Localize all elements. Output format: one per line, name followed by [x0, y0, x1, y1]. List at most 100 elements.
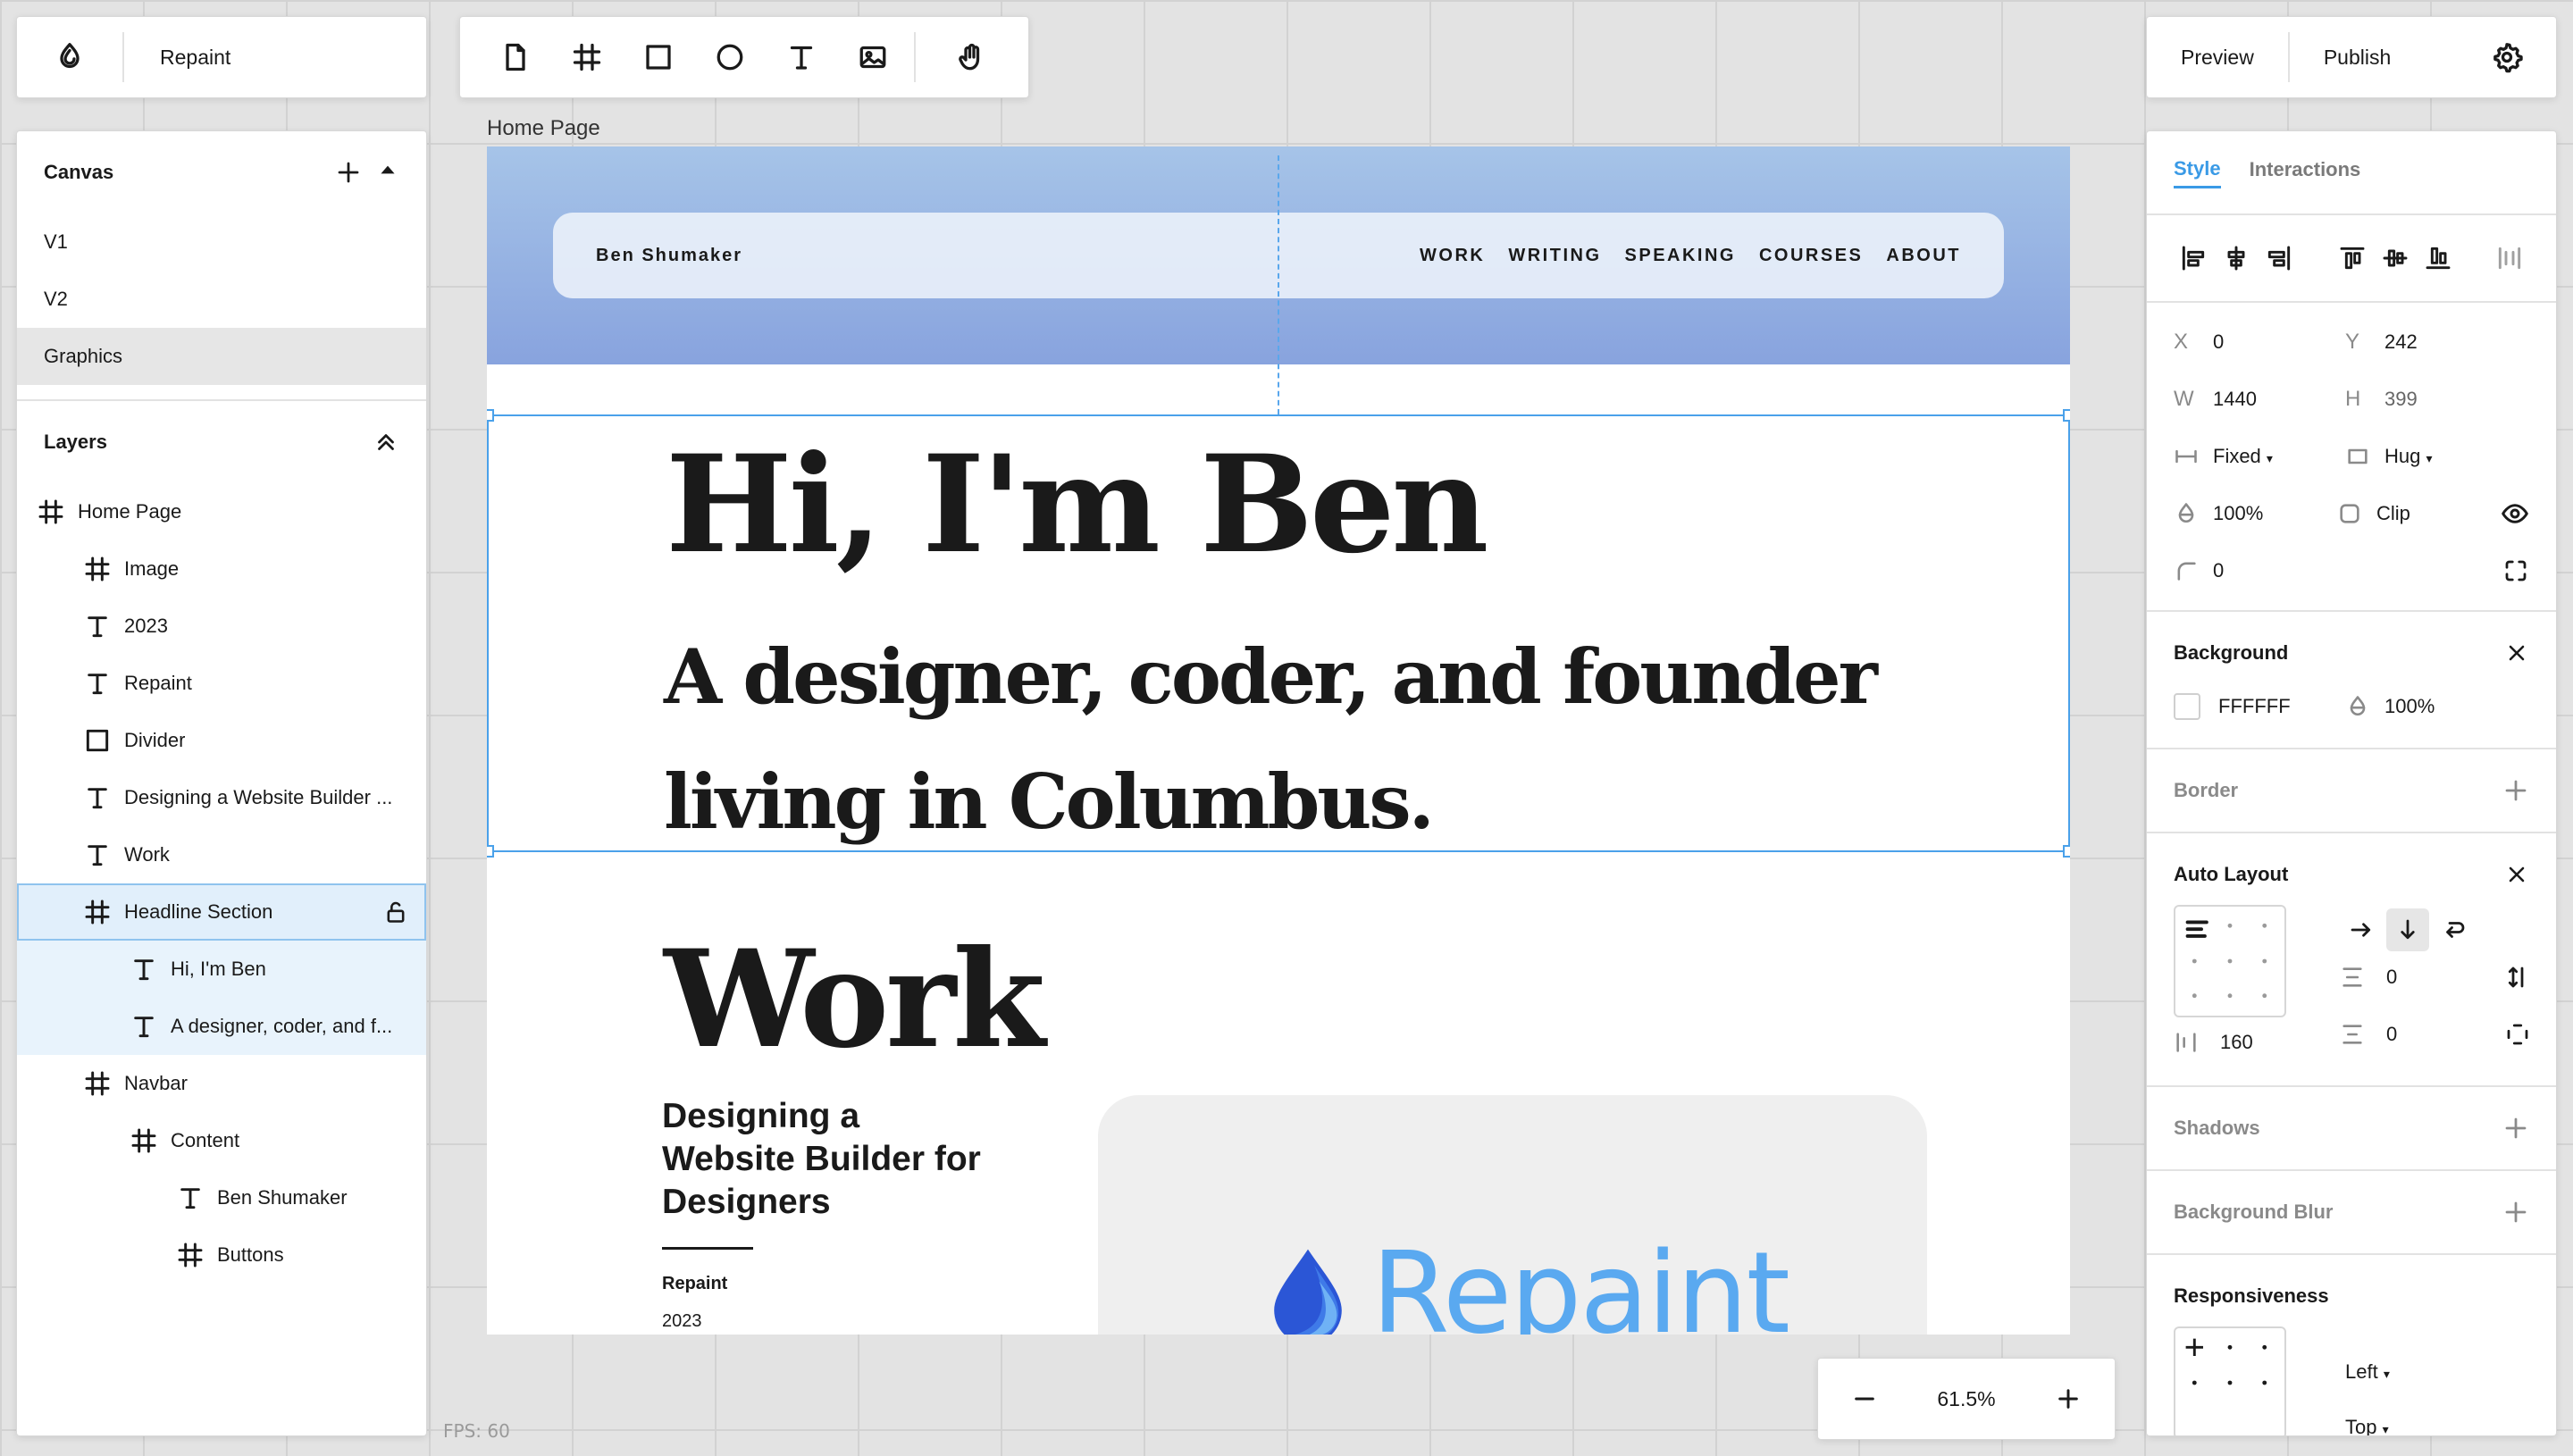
subheadline-text[interactable]: A designer, coder, and founder living in… [664, 615, 1932, 865]
x-input[interactable]: 0 [2213, 331, 2224, 354]
project-year-text[interactable]: 2023 [662, 1311, 702, 1332]
gap-input[interactable]: 0 [2386, 966, 2397, 989]
align-left-button[interactable] [2172, 237, 2215, 280]
resize-handle-top-right[interactable] [2063, 409, 2070, 422]
artboard-label[interactable]: Home Page [487, 116, 600, 141]
nav-link-speaking[interactable]: SPEAKING [1625, 246, 1736, 266]
zoom-level[interactable]: 61.5% [1937, 1387, 1995, 1411]
layer-item[interactable]: Navbar [17, 1055, 426, 1112]
page-item-graphics[interactable]: Graphics [17, 328, 426, 385]
zoom-in-button[interactable] [2054, 1385, 2083, 1413]
direction-wrap-button[interactable] [2433, 908, 2476, 951]
remove-background-button[interactable] [2504, 640, 2529, 665]
layer-item[interactable]: Divider [17, 712, 426, 769]
publish-button[interactable]: Publish [2290, 16, 2425, 98]
spacing-mode-icon[interactable] [2504, 964, 2531, 991]
work-heading[interactable]: Work [664, 933, 1045, 1067]
add-border-button[interactable] [2502, 777, 2529, 804]
y-input[interactable]: 242 [2384, 331, 2418, 354]
project-title-text[interactable]: Designing a Website Builder for Designer… [662, 1095, 984, 1224]
background-opacity-input[interactable]: 100% [2384, 695, 2435, 718]
ellipse-tool-button[interactable] [694, 16, 766, 98]
project-title[interactable]: Repaint [124, 46, 230, 70]
headline-text[interactable]: Hi, I'm Ben [666, 438, 1488, 572]
background-color-swatch[interactable] [2174, 693, 2200, 720]
rectangle-tool-button[interactable] [623, 16, 694, 98]
tab-interactions[interactable]: Interactions [2250, 158, 2361, 187]
page-item-v2[interactable]: V2 [17, 271, 426, 328]
padding-vertical-input[interactable]: 0 [2386, 1023, 2397, 1046]
resize-handle-top-left[interactable] [487, 409, 494, 422]
lock-icon[interactable] [383, 900, 408, 925]
layer-item[interactable]: Repaint [17, 655, 426, 712]
artboard-home-page[interactable]: Ben Shumaker WORK WRITING SPEAKING COURS… [487, 146, 2070, 1335]
add-shadow-button[interactable] [2502, 1115, 2529, 1142]
background-color-input[interactable]: FFFFFF [2218, 695, 2291, 718]
layer-item[interactable]: Ben Shumaker [17, 1169, 426, 1226]
settings-button[interactable] [2458, 16, 2556, 98]
align-top-button[interactable] [2331, 237, 2374, 280]
independent-corners-button[interactable] [2502, 557, 2529, 584]
width-mode-select[interactable]: Fixed ▾ [2213, 445, 2273, 468]
close-icon [2504, 862, 2529, 887]
height-input[interactable]: 399 [2384, 388, 2418, 411]
align-center-h-button[interactable] [2215, 237, 2258, 280]
radius-input[interactable]: 0 [2213, 559, 2224, 582]
collapse-canvas-button[interactable] [376, 158, 399, 187]
resize-handle-bottom-left[interactable] [487, 845, 494, 858]
add-background-blur-button[interactable] [2502, 1199, 2529, 1226]
layer-item[interactable]: Buttons [17, 1226, 426, 1284]
project-name-text[interactable]: Repaint [662, 1274, 727, 1294]
layer-item[interactable]: A designer, coder, and f... [17, 998, 426, 1055]
horizontal-constraint-select[interactable]: Left ▾ [2345, 1360, 2390, 1384]
padding-horizontal-input[interactable]: 160 [2220, 1031, 2253, 1054]
layer-item[interactable]: Designing a Website Builder ... [17, 769, 426, 826]
align-right-button[interactable] [2258, 237, 2301, 280]
project-divider[interactable] [662, 1247, 753, 1250]
align-bottom-button[interactable] [2417, 237, 2460, 280]
layer-item[interactable]: Image [17, 540, 426, 598]
layer-item[interactable]: Hi, I'm Ben [17, 941, 426, 998]
direction-horizontal-button[interactable] [2340, 908, 2383, 951]
resize-handle-bottom-right[interactable] [2063, 845, 2070, 858]
zoom-out-button[interactable] [1850, 1385, 1879, 1413]
padding-expand-icon[interactable] [2504, 1021, 2531, 1048]
alignment-grid[interactable] [2174, 905, 2286, 1017]
layer-name: Hi, I'm Ben [171, 958, 266, 980]
remove-auto-layout-button[interactable] [2504, 862, 2529, 887]
distribute-button[interactable] [2488, 237, 2531, 280]
layer-item[interactable]: Work [17, 826, 426, 883]
page-item-v1[interactable]: V1 [17, 213, 426, 271]
frame-tool-button[interactable] [551, 16, 623, 98]
width-input[interactable]: 1440 [2213, 388, 2257, 411]
align-middle-button[interactable] [2374, 237, 2417, 280]
layer-item[interactable]: Home Page [17, 483, 426, 540]
height-mode-select[interactable]: Hug ▾ [2384, 445, 2433, 468]
nav-link-writing[interactable]: WRITING [1508, 246, 1601, 266]
layer-item[interactable]: Content [17, 1112, 426, 1169]
layer-item[interactable]: 2023 [17, 598, 426, 655]
preview-button[interactable]: Preview [2147, 16, 2288, 98]
tab-style[interactable]: Style [2174, 157, 2221, 188]
align-center-horizontal-icon [2222, 244, 2250, 272]
nav-link-work[interactable]: WORK [1420, 246, 1485, 266]
constraints-grid[interactable] [2174, 1326, 2286, 1435]
collapse-all-layers-button[interactable] [373, 429, 399, 456]
layer-item[interactable]: Headline Section [17, 883, 426, 941]
project-image[interactable]: Repaint [1098, 1095, 1927, 1335]
repaint-logo-icon[interactable] [17, 16, 122, 98]
visibility-toggle[interactable] [2501, 499, 2529, 528]
opacity-input[interactable]: 100% [2213, 502, 2263, 525]
direction-vertical-button[interactable] [2386, 908, 2429, 951]
nav-link-courses[interactable]: COURSES [1759, 246, 1863, 266]
page-tool-button[interactable] [480, 16, 551, 98]
text-tool-button[interactable] [766, 16, 837, 98]
size-row: W 1440 H 399 [2147, 371, 2556, 428]
image-tool-button[interactable] [837, 16, 909, 98]
vertical-constraint-select[interactable]: Top ▾ [2345, 1416, 2389, 1435]
hand-tool-button[interactable] [935, 16, 1007, 98]
clip-checkbox[interactable] [2337, 501, 2376, 526]
navbar-brand[interactable]: Ben Shumaker [596, 246, 742, 266]
add-page-button[interactable] [335, 159, 362, 186]
nav-link-about[interactable]: ABOUT [1886, 246, 1961, 266]
